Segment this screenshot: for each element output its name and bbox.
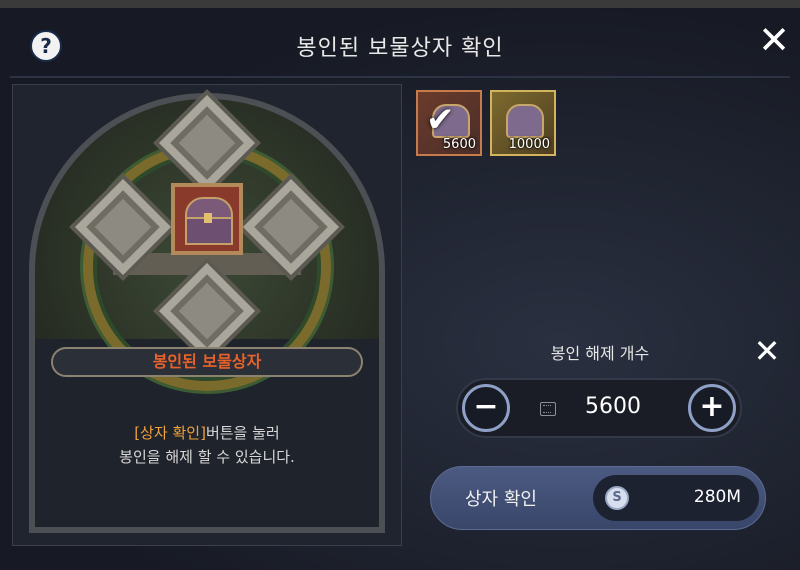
unseal-quantity-panel: 봉인 해제 개수 ✕ − 5600 + 상자 확인 S 280M bbox=[408, 322, 792, 546]
unseal-count-title: 봉인 해제 개수 bbox=[550, 344, 650, 363]
chest-lock bbox=[204, 213, 212, 223]
sealed-chest-icon bbox=[171, 183, 243, 255]
decrease-button[interactable]: − bbox=[462, 384, 510, 432]
keypad-icon[interactable] bbox=[540, 402, 556, 416]
close-icon[interactable]: ✕ bbox=[752, 335, 782, 367]
chest-slot[interactable]: 10000 bbox=[490, 90, 556, 156]
quantity-stepper: − 5600 + bbox=[456, 378, 742, 438]
chest-slot-selected[interactable]: ✔ 5600 bbox=[416, 90, 482, 156]
instruction-text: [상자 확인]버튼을 눌러 봉인을 해제 할 수 있습니다. bbox=[29, 421, 385, 469]
top-strip bbox=[0, 0, 800, 8]
confirm-label: 상자 확인 bbox=[465, 489, 537, 510]
title-bar: ? 봉인된 보물상자 확인 ✕ bbox=[0, 8, 800, 78]
confirm-chest-button[interactable]: 상자 확인 S 280M bbox=[430, 466, 766, 530]
instruction-line2: 봉인을 해제 할 수 있습니다. bbox=[119, 448, 295, 466]
cost-display: S 280M bbox=[593, 475, 759, 521]
item-preview-panel: 봉인된 보물상자 [상자 확인]버튼을 눌러 봉인을 해제 할 수 있습니다. bbox=[12, 84, 402, 546]
check-icon: ✔ bbox=[426, 100, 455, 140]
chest-selection-area: ✔ 5600 10000 bbox=[408, 84, 792, 320]
silver-coin-icon: S bbox=[605, 486, 629, 510]
window-title: 봉인된 보물상자 확인 bbox=[296, 36, 504, 61]
quantity-value[interactable]: 5600 bbox=[558, 394, 668, 419]
instruction-line1: 버튼을 눌러 bbox=[205, 424, 280, 442]
slot-quantity: 5600 bbox=[442, 137, 476, 152]
cost-value: 280M bbox=[693, 487, 741, 507]
instruction-highlight: [상자 확인] bbox=[134, 424, 206, 442]
chest-icon bbox=[506, 104, 544, 138]
item-name-banner: 봉인된 보물상자 bbox=[51, 347, 363, 377]
header-divider bbox=[10, 76, 790, 78]
increase-button[interactable]: + bbox=[688, 384, 736, 432]
slot-quantity: 10000 bbox=[508, 137, 550, 152]
close-icon[interactable]: ✕ bbox=[756, 21, 792, 59]
